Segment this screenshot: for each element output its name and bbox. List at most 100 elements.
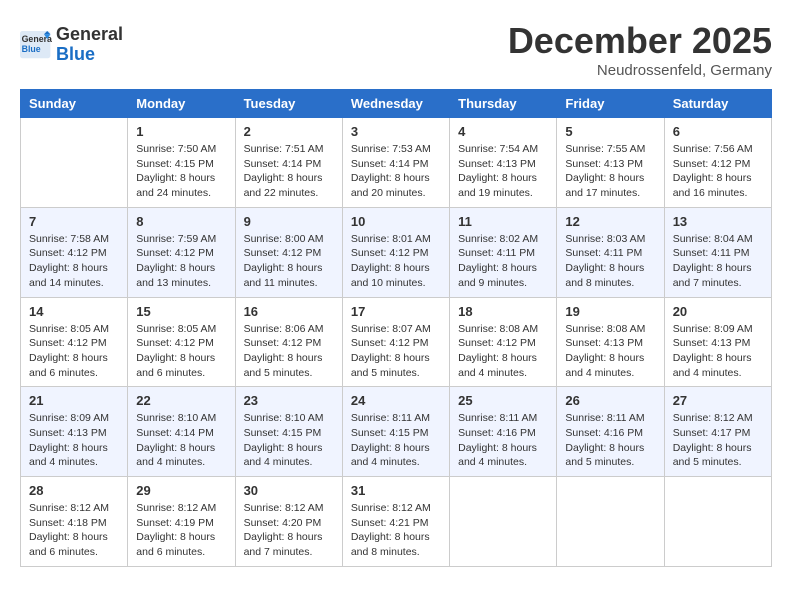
day-number: 1 [136, 124, 226, 139]
day-number: 4 [458, 124, 548, 139]
day-number: 6 [673, 124, 763, 139]
day-number: 9 [244, 214, 334, 229]
calendar-week-row: 14 Sunrise: 8:05 AMSunset: 4:12 PMDayligh… [21, 297, 772, 387]
calendar-cell: 30 Sunrise: 8:12 AMSunset: 4:20 PMDayligh… [235, 477, 342, 567]
weekday-header-monday: Monday [128, 90, 235, 118]
cell-details: Sunrise: 8:02 AMSunset: 4:11 PMDaylight:… [458, 232, 548, 291]
cell-details: Sunrise: 8:04 AMSunset: 4:11 PMDaylight:… [673, 232, 763, 291]
calendar-cell: 31Sunrise: 8:12 AMSunset: 4:21 PMDayligh… [342, 477, 449, 567]
calendar-cell [557, 477, 664, 567]
day-number: 17 [351, 304, 441, 319]
calendar-week-row: 21Sunrise: 8:09 AMSunset: 4:13 PMDayligh… [21, 387, 772, 477]
calendar-cell: 5Sunrise: 7:55 AMSunset: 4:13 PMDaylight… [557, 118, 664, 208]
calendar-cell: 20Sunrise: 8:09 AMSunset: 4:13 PMDayligh… [664, 297, 771, 387]
day-number: 20 [673, 304, 763, 319]
cell-details: Sunrise: 8:05 AMSunset: 4:12 PMDaylight:… [29, 322, 119, 381]
svg-text:Blue: Blue [22, 44, 41, 54]
cell-details: Sunrise: 8:12 AMSunset: 4:20 PMDaylight:… [244, 501, 334, 560]
day-number: 30 [244, 483, 334, 498]
calendar-cell: 17 Sunrise: 8:07 AMSunset: 4:12 PMDayligh… [342, 297, 449, 387]
calendar-cell [21, 118, 128, 208]
cell-details: Sunrise: 8:11 AMSunset: 4:15 PMDaylight:… [351, 411, 441, 470]
calendar-cell: 12 Sunrise: 8:03 AMSunset: 4:11 PMDayligh… [557, 207, 664, 297]
day-number: 13 [673, 214, 763, 229]
weekday-header-tuesday: Tuesday [235, 90, 342, 118]
cell-details: Sunrise: 8:03 AMSunset: 4:11 PMDaylight:… [565, 232, 655, 291]
calendar-week-row: 28 Sunrise: 8:12 AMSunset: 4:18 PMDayligh… [21, 477, 772, 567]
weekday-header-wednesday: Wednesday [342, 90, 449, 118]
day-number: 8 [136, 214, 226, 229]
day-number: 27 [673, 393, 763, 408]
calendar-cell: 14 Sunrise: 8:05 AMSunset: 4:12 PMDayligh… [21, 297, 128, 387]
location-subtitle: Neudrossenfeld, Germany [508, 62, 772, 79]
day-number: 14 [29, 304, 119, 319]
title-block: December 2025 Neudrossenfeld, Germany [508, 20, 772, 79]
cell-details: Sunrise: 8:10 AMSunset: 4:15 PMDaylight:… [244, 411, 334, 470]
cell-details: Sunrise: 8:07 AMSunset: 4:12 PMDaylight:… [351, 322, 441, 381]
weekday-header-saturday: Saturday [664, 90, 771, 118]
day-number: 18 [458, 304, 548, 319]
weekday-header-sunday: Sunday [21, 90, 128, 118]
calendar-cell: 15 Sunrise: 8:05 AMSunset: 4:12 PMDayligh… [128, 297, 235, 387]
cell-details: Sunrise: 7:58 AMSunset: 4:12 PMDaylight:… [29, 232, 119, 291]
calendar-cell: 16Sunrise: 8:06 AMSunset: 4:12 PMDayligh… [235, 297, 342, 387]
calendar-cell: 21Sunrise: 8:09 AMSunset: 4:13 PMDayligh… [21, 387, 128, 477]
day-number: 11 [458, 214, 548, 229]
day-number: 26 [565, 393, 655, 408]
calendar-cell: 27 Sunrise: 8:12 AMSunset: 4:17 PMDayligh… [664, 387, 771, 477]
calendar-cell: 29Sunrise: 8:12 AMSunset: 4:19 PMDayligh… [128, 477, 235, 567]
cell-details: Sunrise: 7:54 AMSunset: 4:13 PMDaylight:… [458, 142, 548, 201]
calendar-cell: 19 Sunrise: 8:08 AMSunset: 4:13 PMDayligh… [557, 297, 664, 387]
calendar-cell: 18 Sunrise: 8:08 AMSunset: 4:12 PMDayligh… [450, 297, 557, 387]
calendar-cell: 26 Sunrise: 8:11 AMSunset: 4:16 PMDayligh… [557, 387, 664, 477]
header: General Blue GeneralBlue December 2025 N… [20, 20, 772, 79]
calendar-week-row: 1 Sunrise: 7:50 AMSunset: 4:15 PMDaylight… [21, 118, 772, 208]
calendar-cell: 2 Sunrise: 7:51 AMSunset: 4:14 PMDaylight… [235, 118, 342, 208]
cell-details: Sunrise: 7:56 AMSunset: 4:12 PMDaylight:… [673, 142, 763, 201]
cell-details: Sunrise: 8:12 AMSunset: 4:19 PMDaylight:… [136, 501, 226, 560]
logo: General Blue GeneralBlue [20, 25, 123, 65]
calendar-week-row: 7 Sunrise: 7:58 AMSunset: 4:12 PMDaylight… [21, 207, 772, 297]
day-number: 7 [29, 214, 119, 229]
calendar-cell: 6 Sunrise: 7:56 AMSunset: 4:12 PMDaylight… [664, 118, 771, 208]
day-number: 10 [351, 214, 441, 229]
day-number: 2 [244, 124, 334, 139]
calendar-cell [664, 477, 771, 567]
cell-details: Sunrise: 8:10 AMSunset: 4:14 PMDaylight:… [136, 411, 226, 470]
cell-details: Sunrise: 8:08 AMSunset: 4:13 PMDaylight:… [565, 322, 655, 381]
calendar-cell [450, 477, 557, 567]
calendar-cell: 3Sunrise: 7:53 AMSunset: 4:14 PMDaylight… [342, 118, 449, 208]
cell-details: Sunrise: 8:11 AMSunset: 4:16 PMDaylight:… [565, 411, 655, 470]
calendar-cell: 4 Sunrise: 7:54 AMSunset: 4:13 PMDaylight… [450, 118, 557, 208]
cell-details: Sunrise: 8:12 AMSunset: 4:17 PMDaylight:… [673, 411, 763, 470]
calendar-cell: 13 Sunrise: 8:04 AMSunset: 4:11 PMDayligh… [664, 207, 771, 297]
cell-details: Sunrise: 7:50 AMSunset: 4:15 PMDaylight:… [136, 142, 226, 201]
cell-details: Sunrise: 8:01 AMSunset: 4:12 PMDaylight:… [351, 232, 441, 291]
month-title: December 2025 [508, 20, 772, 62]
calendar-cell: 22 Sunrise: 8:10 AMSunset: 4:14 PMDayligh… [128, 387, 235, 477]
cell-details: Sunrise: 7:55 AMSunset: 4:13 PMDaylight:… [565, 142, 655, 201]
calendar-cell: 24 Sunrise: 8:11 AMSunset: 4:15 PMDayligh… [342, 387, 449, 477]
day-number: 22 [136, 393, 226, 408]
cell-details: Sunrise: 8:08 AMSunset: 4:12 PMDaylight:… [458, 322, 548, 381]
calendar-cell: 25 Sunrise: 8:11 AMSunset: 4:16 PMDayligh… [450, 387, 557, 477]
calendar-cell: 28 Sunrise: 8:12 AMSunset: 4:18 PMDayligh… [21, 477, 128, 567]
day-number: 24 [351, 393, 441, 408]
cell-details: Sunrise: 8:11 AMSunset: 4:16 PMDaylight:… [458, 411, 548, 470]
cell-details: Sunrise: 8:05 AMSunset: 4:12 PMDaylight:… [136, 322, 226, 381]
day-number: 19 [565, 304, 655, 319]
day-number: 16 [244, 304, 334, 319]
calendar-table: SundayMondayTuesdayWednesdayThursdayFrid… [20, 89, 772, 567]
cell-details: Sunrise: 8:12 AMSunset: 4:18 PMDaylight:… [29, 501, 119, 560]
cell-details: Sunrise: 7:51 AMSunset: 4:14 PMDaylight:… [244, 142, 334, 201]
day-number: 12 [565, 214, 655, 229]
day-number: 28 [29, 483, 119, 498]
cell-details: Sunrise: 8:12 AMSunset: 4:21 PMDaylight:… [351, 501, 441, 560]
day-number: 15 [136, 304, 226, 319]
day-number: 25 [458, 393, 548, 408]
cell-details: Sunrise: 8:09 AMSunset: 4:13 PMDaylight:… [29, 411, 119, 470]
calendar-cell: 10 Sunrise: 8:01 AMSunset: 4:12 PMDayligh… [342, 207, 449, 297]
weekday-header-thursday: Thursday [450, 90, 557, 118]
logo-text: GeneralBlue [56, 25, 123, 65]
cell-details: Sunrise: 8:00 AMSunset: 4:12 PMDaylight:… [244, 232, 334, 291]
